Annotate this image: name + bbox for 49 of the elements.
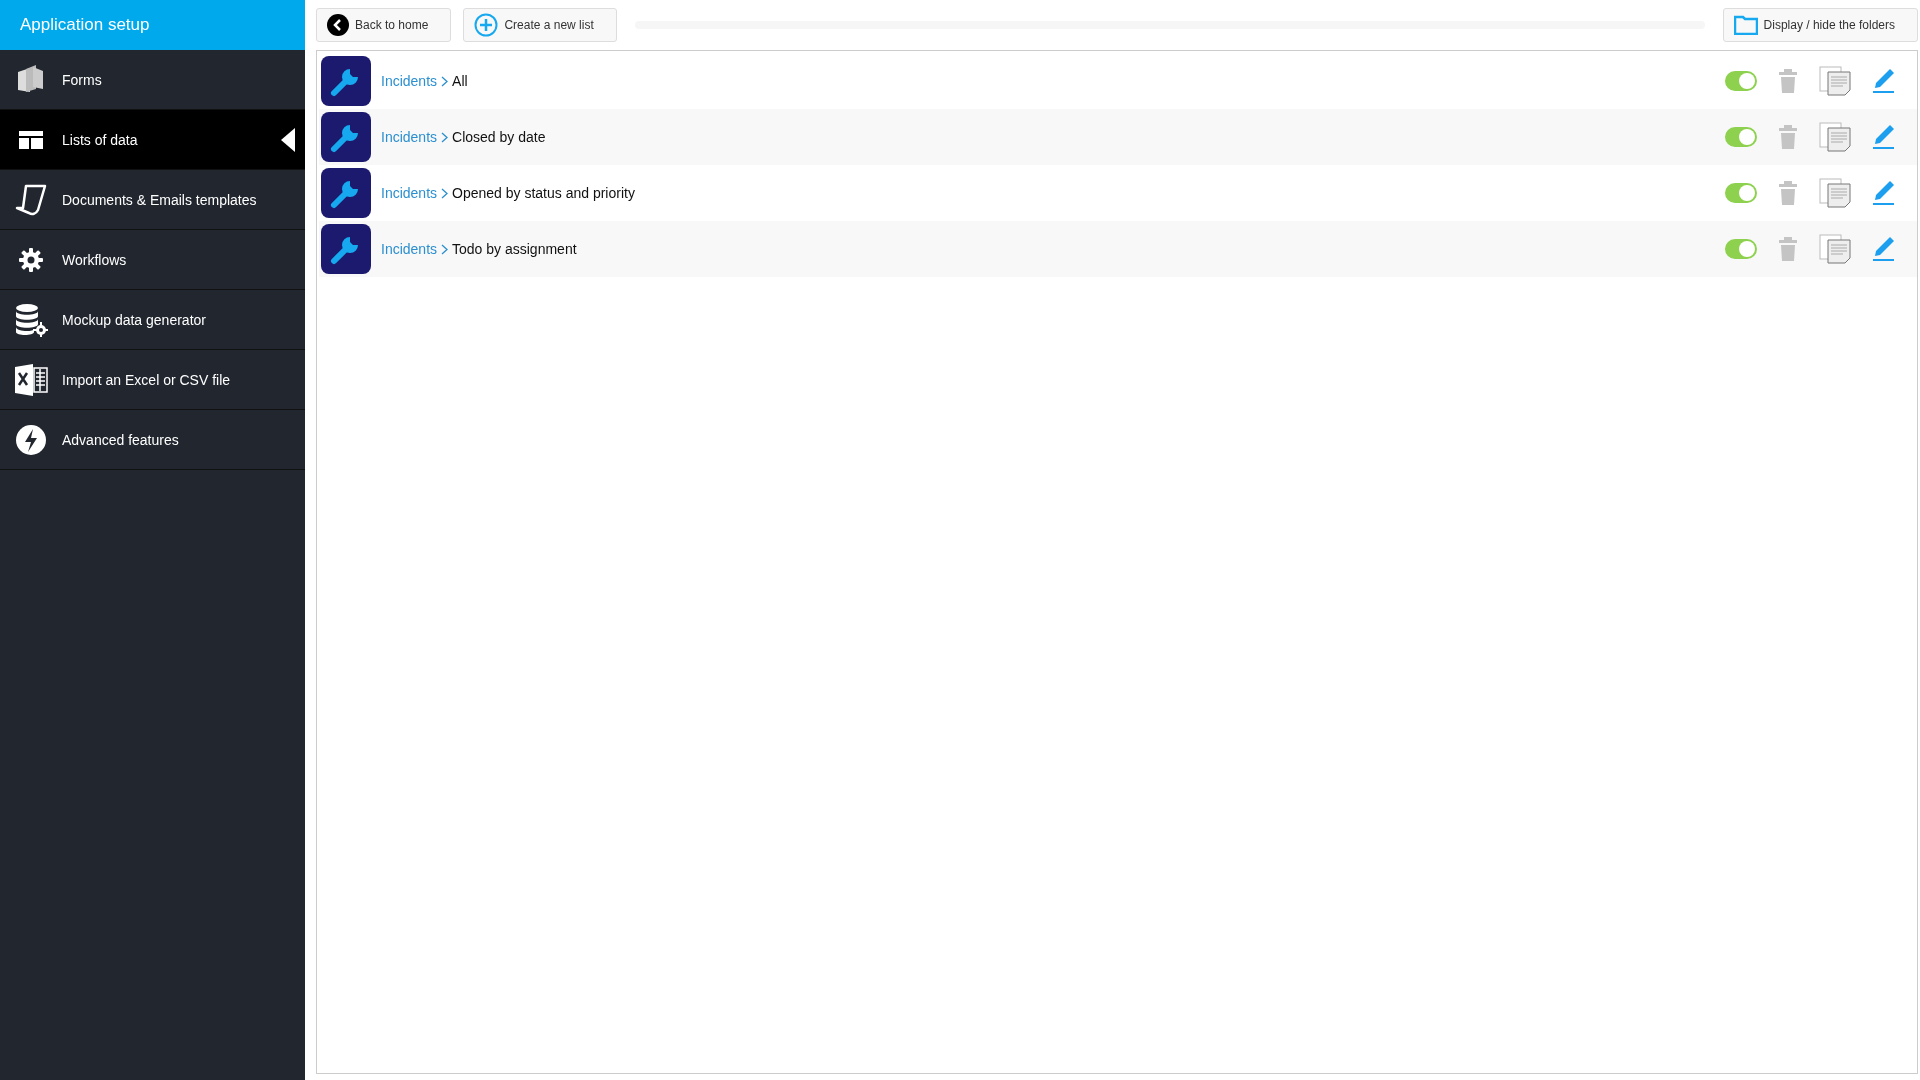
chevron-icon: [441, 187, 449, 199]
back-button[interactable]: Back to home: [316, 8, 452, 42]
trash-icon[interactable]: [1779, 69, 1797, 93]
chevron-icon: [441, 243, 449, 255]
pencil-icon[interactable]: [1873, 180, 1895, 206]
list-name[interactable]: All: [452, 73, 468, 89]
plus-icon: [474, 13, 499, 37]
database-gear-icon: [14, 302, 48, 337]
pencil-icon[interactable]: [1873, 68, 1895, 94]
copy-icon[interactable]: [1819, 178, 1851, 208]
create-list-button[interactable]: Create a new list: [463, 8, 617, 42]
paper-icon: [14, 182, 48, 217]
sidebar-item[interactable]: Import an Excel or CSV file: [0, 350, 305, 410]
pencil-icon[interactable]: [1873, 124, 1895, 150]
toggle-switch[interactable]: [1725, 183, 1757, 203]
gear-icon: [18, 246, 44, 273]
list-name[interactable]: Opened by status and priority: [452, 185, 635, 201]
copy-icon[interactable]: [1819, 234, 1851, 264]
wrench-icon: [321, 224, 371, 274]
toggle-switch[interactable]: [1725, 239, 1757, 259]
lightning-icon: [15, 423, 47, 456]
chevron-icon: [441, 75, 449, 87]
wrench-icon: [321, 112, 371, 162]
wrench-icon: [321, 56, 371, 106]
toggle-folders-button[interactable]: Display / hide the folders: [1722, 8, 1918, 42]
list-name[interactable]: Todo by assignment: [452, 241, 577, 257]
pointer-icon: [281, 128, 295, 152]
sidebar-item[interactable]: Workflows: [0, 230, 305, 290]
trash-icon[interactable]: [1779, 125, 1797, 149]
trash-icon[interactable]: [1779, 181, 1797, 205]
sidebar-item[interactable]: Lists of data: [0, 110, 305, 170]
pencil-icon[interactable]: [1873, 236, 1895, 262]
folder-link[interactable]: Incidents: [381, 185, 438, 201]
sidebar-title: Application setup: [0, 0, 305, 50]
spreadsheet-icon: [14, 362, 48, 397]
sidebar-item[interactable]: Documents & Emails templates: [0, 170, 305, 230]
copy-icon[interactable]: [1819, 122, 1851, 152]
chevron-icon: [441, 131, 449, 143]
toggle-switch[interactable]: [1725, 71, 1757, 91]
trash-icon[interactable]: [1779, 237, 1797, 261]
sidebar-item[interactable]: Mockup data generator: [0, 290, 305, 350]
sidebar-item[interactable]: Advanced features: [0, 410, 305, 470]
list-name[interactable]: Closed by date: [452, 129, 546, 145]
folder-link[interactable]: Incidents: [381, 73, 438, 89]
table-icon: [18, 129, 44, 150]
folder-icon: [1733, 15, 1758, 35]
wrench-icon: [321, 168, 371, 218]
toggle-switch[interactable]: [1725, 127, 1757, 147]
copy-icon[interactable]: [1819, 66, 1851, 96]
